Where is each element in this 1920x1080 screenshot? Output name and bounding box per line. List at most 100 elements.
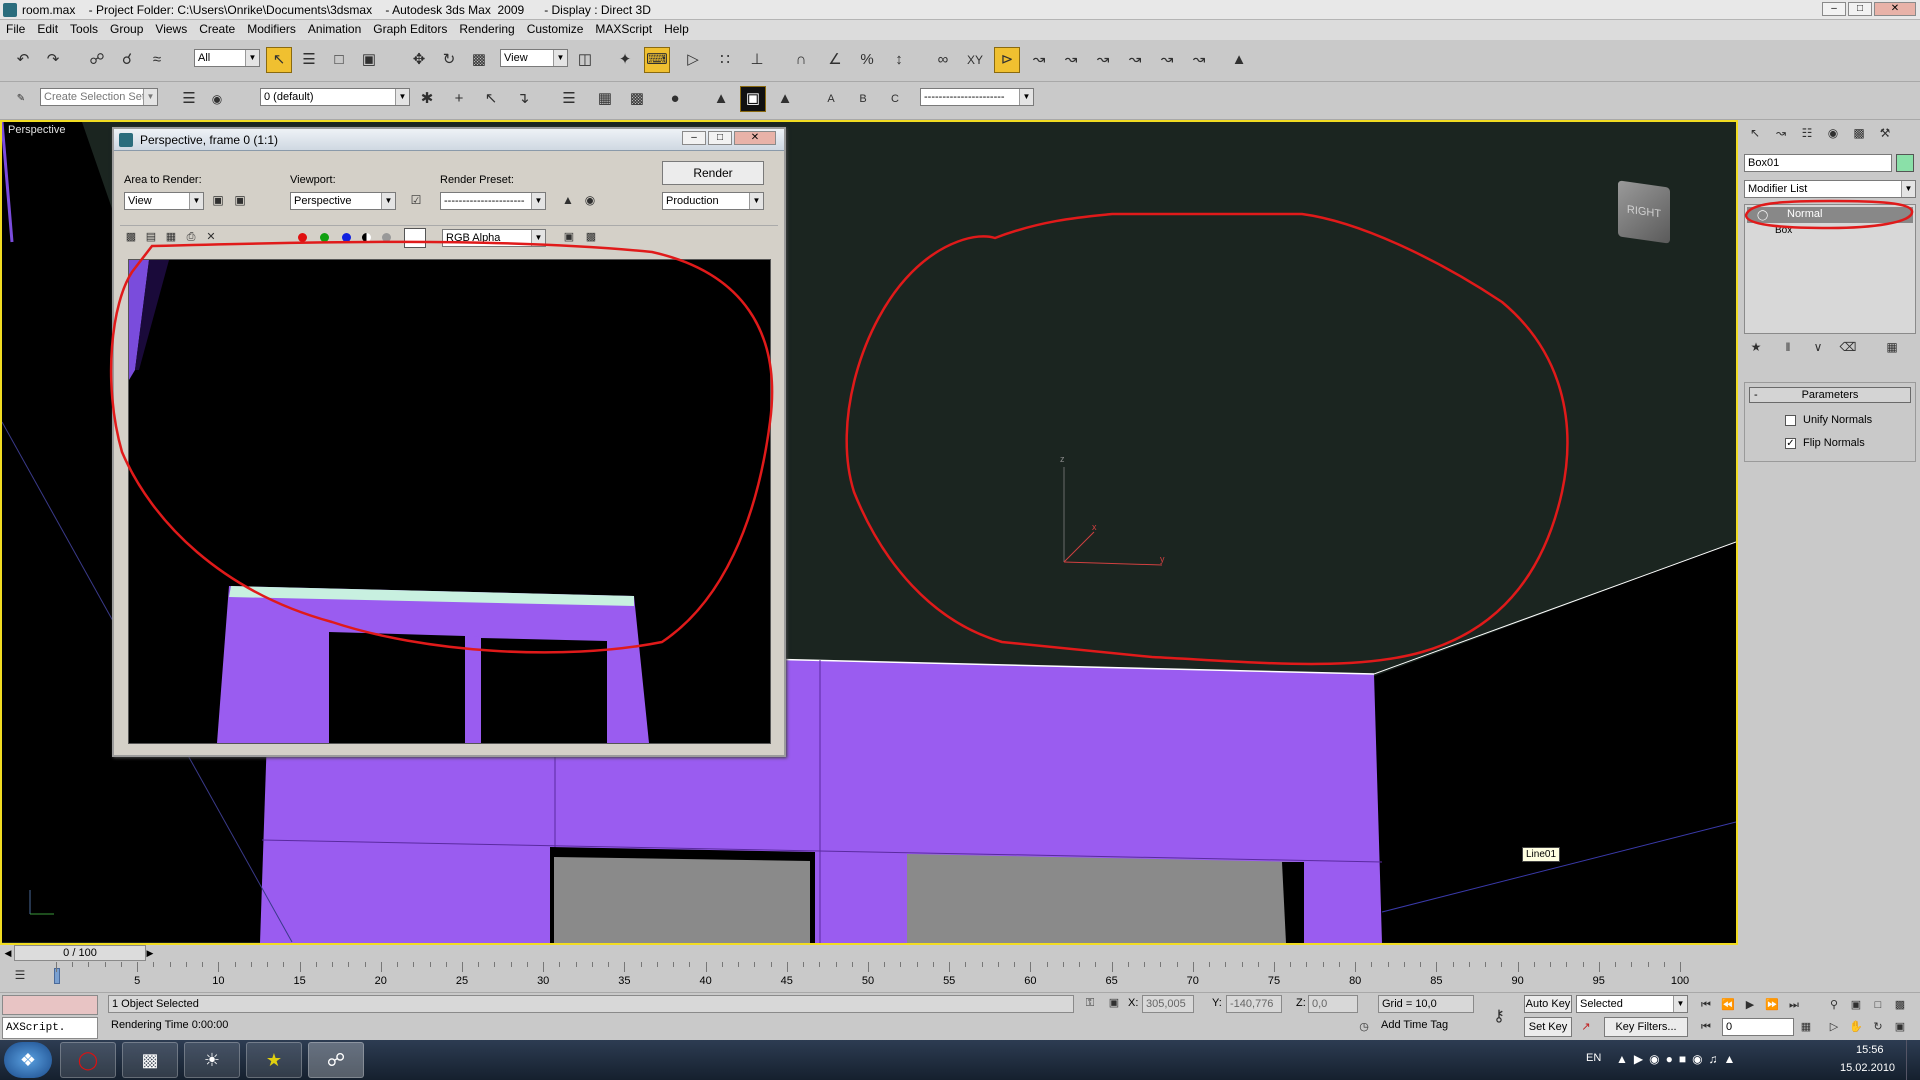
modify-tab-icon[interactable]: ↝ (1770, 122, 1792, 144)
object-tooltip: Line01 (1522, 847, 1561, 862)
motion-tab-icon[interactable]: ◉ (1822, 122, 1844, 144)
zoom-extents-all-icon[interactable]: ▩ (1890, 995, 1910, 1015)
zoom-icon[interactable]: ⚲ (1824, 995, 1844, 1015)
edit-named-selection-icon[interactable]: ∞ (930, 47, 956, 73)
pin-stack-icon[interactable]: ★ (1744, 336, 1768, 358)
configure-sets-icon[interactable]: ▦ (1880, 336, 1904, 358)
previous-frame-icon[interactable]: ⏪ (1718, 995, 1738, 1015)
set-key-button[interactable]: Set Key (1524, 1017, 1572, 1037)
x-coordinate-field[interactable]: 305,005 (1142, 995, 1194, 1013)
play-icon[interactable]: ▶ (1740, 995, 1760, 1015)
taskbar-save-icon[interactable]: ▩ (122, 1042, 178, 1078)
remove-modifier-icon[interactable]: ⌫ (1836, 336, 1860, 358)
timeline-tick (332, 962, 334, 967)
maximize-viewport-icon[interactable]: ▣ (1890, 1017, 1910, 1037)
go-to-start-icon[interactable]: ⏮ (1696, 995, 1716, 1015)
maximize-button[interactable]: □ (1848, 2, 1872, 16)
close-button[interactable]: ✕ (1874, 2, 1916, 16)
auto-key-button[interactable]: Auto Key (1524, 995, 1572, 1013)
clock-date[interactable]: 15.02.2010 (1840, 1062, 1895, 1074)
taskbar-3dsmax-icon[interactable]: ☍ (308, 1042, 364, 1078)
absolute-mode-icon[interactable]: ▣ (1104, 993, 1124, 1013)
key-mode-toggle-icon[interactable]: ⏮ (1696, 1017, 1716, 1037)
start-button[interactable]: ❖ (4, 1042, 52, 1078)
key-filters-button[interactable]: Key Filters... (1604, 1017, 1688, 1037)
display-tab-icon[interactable]: ▩ (1848, 122, 1870, 144)
key-icon[interactable]: ⚷ (1484, 1005, 1514, 1029)
hierarchy-tab-icon[interactable]: ☷ (1796, 122, 1818, 144)
zoom-extents-icon[interactable]: □ (1868, 995, 1888, 1015)
timeline-tick (1338, 962, 1340, 967)
taskbar-app2-icon[interactable]: ★ (246, 1042, 302, 1078)
tray-icons[interactable]: ▲▶◉●■◉♫▲ (1616, 1052, 1816, 1068)
render-b-icon[interactable]: B (850, 86, 876, 112)
time-slider-next[interactable]: ▶ (144, 946, 156, 961)
teapot-render-icon[interactable]: ▲ (1226, 47, 1252, 73)
clock-time[interactable]: 15:56 (1856, 1044, 1884, 1056)
timeline-tick (364, 962, 366, 967)
maxscript-mini[interactable] (2, 995, 98, 1015)
spinner-snap-icon[interactable]: ↕ (886, 47, 912, 73)
language-indicator[interactable]: EN (1586, 1052, 1601, 1064)
object-color-swatch[interactable] (1896, 154, 1914, 172)
time-slider-thumb[interactable]: 0 / 100 (14, 945, 146, 961)
add-time-tag[interactable]: Add Time Tag (1378, 1017, 1474, 1035)
y-coordinate-field[interactable]: -140,776 (1226, 995, 1282, 1013)
maxscript-listener[interactable]: AXScript. (2, 1017, 98, 1039)
object-name-field[interactable]: Box01 (1744, 154, 1892, 172)
key-mode-dropdown[interactable]: Selected ▼ (1576, 995, 1688, 1013)
viewcube[interactable]: RIGHT (1618, 180, 1670, 244)
go-to-end-icon[interactable]: ⏭ (1784, 995, 1804, 1015)
render-setup-icon[interactable]: ↝ (1122, 47, 1148, 73)
taskbar-app-icon[interactable]: ☀ (184, 1042, 240, 1078)
xy-constraint-icon[interactable]: XY (962, 47, 988, 73)
rollout-collapse-icon[interactable]: - (1754, 388, 1758, 402)
render-production-icon[interactable]: ↝ (1186, 47, 1212, 73)
time-slider-prev[interactable]: ◀ (2, 946, 14, 961)
timeline-tick (478, 962, 480, 967)
show-desktop-button[interactable] (1906, 1040, 1920, 1080)
rendered-frame-icon[interactable]: ↝ (1154, 47, 1180, 73)
layer-manager-icon[interactable]: ⊳ (994, 47, 1020, 73)
show-end-result-icon[interactable]: ‖ (1776, 336, 1800, 358)
default-in-out-tangent-icon[interactable]: ↗ (1576, 1017, 1596, 1037)
taskbar-opera-icon[interactable]: ◯ (60, 1042, 116, 1078)
zoom-all-icon[interactable]: ▣ (1846, 995, 1866, 1015)
selection-lock-icon[interactable]: ⚿ (1080, 993, 1100, 1013)
timeline-tick (868, 962, 869, 972)
utilities-tab-icon[interactable]: ⚒ (1874, 122, 1896, 144)
timeline-tick (1079, 962, 1081, 967)
current-frame-field[interactable]: 0 (1722, 1018, 1794, 1036)
timeline-tick-label: 90 (1511, 975, 1524, 987)
pan-icon[interactable]: ✋ (1846, 1017, 1866, 1037)
timeline-tick (1111, 962, 1113, 972)
minimize-button[interactable]: – (1822, 2, 1846, 16)
curve-editor-icon[interactable]: ↝ (1026, 47, 1052, 73)
render-a-icon[interactable]: A (818, 86, 844, 112)
time-tag-icon[interactable]: ◷ (1354, 1017, 1374, 1037)
timeline-tick (185, 962, 187, 967)
field-of-view-icon[interactable]: ▷ (1824, 1017, 1844, 1037)
timeline-tick (88, 962, 90, 967)
timeline-tick (1176, 962, 1178, 967)
time-slider[interactable]: ◀ 0 / 100 ▶ (0, 945, 1920, 962)
create-tab-icon[interactable]: ↖ (1744, 122, 1766, 144)
unify-normals-checkbox[interactable] (1785, 415, 1796, 426)
timeline-tick (1014, 962, 1016, 967)
track-bar[interactable]: ☰ 5 10 15 20 25 30 35 40 45 50 55 60 65 70 75 80 85 90 95 1… (0, 962, 1920, 992)
render-c-icon[interactable]: C (882, 86, 908, 112)
material-editor-icon[interactable]: ↝ (1090, 47, 1116, 73)
flip-normals-checkbox[interactable]: ✓ (1785, 438, 1796, 449)
render-preset-toolbar-dropdown[interactable]: ---------------------- ▼ (920, 88, 1034, 106)
doorway-left-inner (554, 857, 810, 943)
angle-snap-icon[interactable]: ∠ (822, 47, 848, 73)
orbit-icon[interactable]: ↻ (1868, 1017, 1888, 1037)
schematic-view-icon[interactable]: ↝ (1058, 47, 1084, 73)
time-config-icon[interactable]: ▦ (1796, 1017, 1816, 1037)
z-coordinate-field[interactable]: 0,0 (1308, 995, 1358, 1013)
parameters-rollout-header[interactable]: - Parameters (1749, 387, 1911, 403)
timeline-tick-label: 5 (134, 975, 141, 987)
percent-snap-icon[interactable]: % (854, 47, 880, 73)
make-unique-icon[interactable]: ∨ (1806, 336, 1830, 358)
next-frame-icon[interactable]: ⏩ (1762, 995, 1782, 1015)
